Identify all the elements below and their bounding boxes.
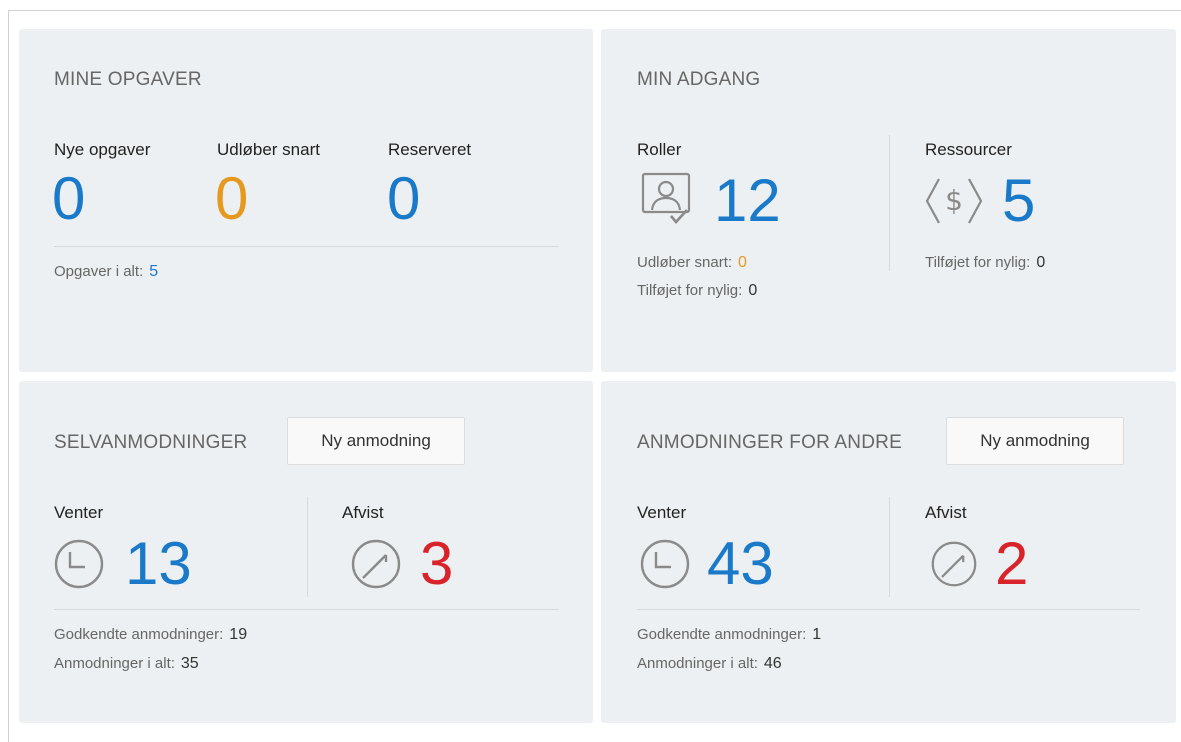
approved-requests-value[interactable]: 19: [229, 626, 247, 643]
total-requests: Anmodninger i alt: 46: [637, 655, 782, 673]
reserved-tasks-count[interactable]: 0: [387, 169, 420, 229]
reserved-tasks-label: Reserveret: [388, 140, 472, 159]
new-request-button[interactable]: Ny anmodning: [946, 417, 1124, 465]
role-user-icon: [641, 172, 695, 228]
column-divider: [889, 497, 890, 597]
my-access-card: MIN ADGANG Roller 12 Udløber snart: 0 Til…: [601, 29, 1176, 372]
resources-added: Tilføjet for nylig: 0: [925, 254, 1045, 272]
total-requests-label: Anmodninger i alt:: [54, 655, 175, 672]
new-tasks-label: Nye opgaver: [54, 140, 151, 159]
self-requests-card: SELVANMODNINGER Ny anmodning Venter 13 A…: [19, 381, 593, 723]
total-tasks-value[interactable]: 5: [149, 263, 158, 280]
total-requests: Anmodninger i alt: 35: [54, 655, 199, 673]
resource-dollar-icon: $: [925, 175, 983, 227]
roles-expiring: Udløber snart: 0: [637, 254, 747, 272]
approved-requests-label: Godkendte anmodninger:: [637, 626, 807, 643]
divider: [54, 609, 559, 610]
clock-icon: [53, 538, 105, 590]
total-requests-label: Anmodninger i alt:: [637, 655, 758, 672]
new-tasks-count[interactable]: 0: [52, 169, 85, 229]
card-title: MINE OPGAVER: [54, 69, 202, 90]
my-tasks-card: MINE OPGAVER Nye opgaver 0 Udløber snart…: [19, 29, 593, 372]
approved-requests-label: Godkendte anmodninger:: [54, 626, 224, 643]
roles-label: Roller: [637, 140, 682, 159]
expiring-tasks-count[interactable]: 0: [215, 169, 248, 229]
approved-requests: Godkendte anmodninger: 1: [637, 626, 821, 644]
pending-count[interactable]: 13: [125, 534, 192, 594]
resources-label: Ressourcer: [925, 140, 1012, 159]
rejected-icon: [350, 538, 402, 590]
roles-count[interactable]: 12: [714, 171, 781, 231]
clock-icon: [639, 538, 691, 590]
column-divider: [307, 497, 308, 597]
total-requests-value[interactable]: 46: [764, 655, 782, 672]
divider: [54, 246, 559, 247]
card-title: MIN ADGANG: [637, 69, 761, 90]
card-title: ANMODNINGER FOR ANDRE: [637, 432, 902, 453]
rejected-label: Afvist: [342, 503, 384, 522]
roles-expiring-label: Udløber snart:: [637, 254, 733, 271]
svg-text:$: $: [945, 184, 963, 217]
expiring-tasks-label: Udløber snart: [217, 140, 320, 159]
pending-label: Venter: [54, 503, 104, 522]
column-divider: [889, 135, 890, 271]
rejected-icon: [930, 540, 978, 588]
total-tasks: Opgaver i alt: 5: [54, 263, 158, 281]
requests-for-others-card: ANMODNINGER FOR ANDRE Ny anmodning Vente…: [601, 381, 1176, 723]
roles-added: Tilføjet for nylig: 0: [637, 282, 757, 300]
rejected-count[interactable]: 2: [995, 534, 1028, 594]
resources-count[interactable]: 5: [1002, 171, 1035, 231]
pending-count[interactable]: 43: [707, 534, 774, 594]
rejected-count[interactable]: 3: [420, 534, 453, 594]
approved-requests-value[interactable]: 1: [812, 626, 821, 643]
resources-added-label: Tilføjet for nylig:: [925, 254, 1031, 271]
roles-added-value[interactable]: 0: [748, 282, 757, 299]
card-title: SELVANMODNINGER: [54, 432, 248, 453]
resources-added-value[interactable]: 0: [1036, 254, 1045, 271]
new-request-button[interactable]: Ny anmodning: [287, 417, 465, 465]
roles-expiring-value[interactable]: 0: [738, 254, 747, 271]
roles-added-label: Tilføjet for nylig:: [637, 282, 743, 299]
pending-label: Venter: [637, 503, 687, 522]
rejected-label: Afvist: [925, 503, 967, 522]
total-requests-value[interactable]: 35: [181, 655, 199, 672]
divider: [637, 609, 1140, 610]
total-tasks-label: Opgaver i alt:: [54, 263, 144, 280]
approved-requests: Godkendte anmodninger: 19: [54, 626, 247, 644]
